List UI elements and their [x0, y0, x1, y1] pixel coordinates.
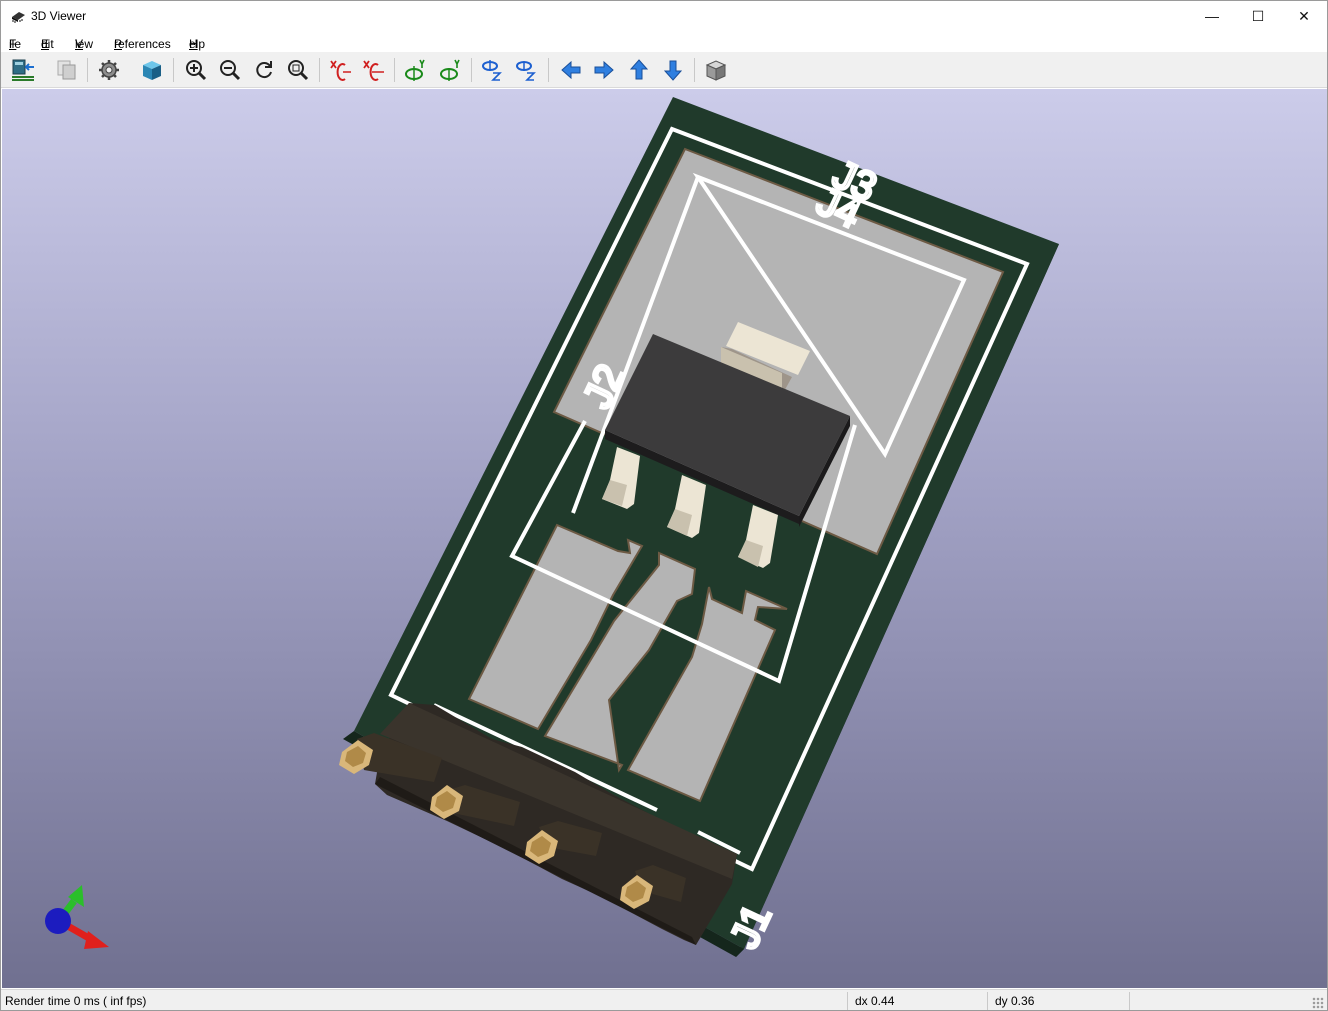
render-time-text: Render time 0 ms ( inf fps) — [5, 994, 147, 1008]
rotate-y-ccw-button[interactable] — [436, 56, 464, 84]
zoom-out-button[interactable] — [216, 56, 244, 84]
rotate-z-cw-icon — [482, 60, 502, 81]
redraw-button[interactable] — [250, 56, 278, 84]
raytracing-button[interactable] — [138, 56, 166, 84]
maximize-button[interactable]: ☐ — [1235, 1, 1281, 31]
settings-button[interactable] — [95, 56, 123, 84]
rotate-y-cw-button[interactable] — [401, 56, 429, 84]
rotate-x-ccw-icon — [363, 60, 384, 81]
status-bar: Render time 0 ms ( inf fps) dx 0.44 dy 0… — [1, 989, 1327, 1010]
pan-up-icon — [629, 59, 649, 80]
dy-value: dy 0.36 — [995, 994, 1035, 1008]
pan-left-icon — [561, 60, 581, 80]
settings-gear-icon — [99, 60, 119, 80]
copy-image-icon — [57, 60, 76, 80]
pcb-scene: J3 J4 J2 J1 — [45, 97, 1059, 957]
pan-down-icon — [663, 60, 683, 81]
resize-grip[interactable] — [1312, 997, 1324, 1009]
window-title: 3D Viewer — [31, 9, 87, 23]
zoom-in-button[interactable] — [182, 56, 210, 84]
pan-right-button[interactable] — [590, 56, 618, 84]
close-button[interactable]: ✕ — [1281, 1, 1327, 31]
menu-bar: File Edit View Preferences Help — [1, 31, 1327, 52]
viewer-window: 3D Viewer — ☐ ✕ File Edit View Preferenc… — [0, 0, 1328, 1011]
zoom-in-icon — [186, 60, 207, 81]
zoom-fit-button[interactable] — [284, 56, 312, 84]
orthographic-cube-icon — [705, 60, 727, 81]
pan-down-button[interactable] — [659, 56, 687, 84]
pan-up-button[interactable] — [625, 56, 653, 84]
pan-left-button[interactable] — [557, 56, 585, 84]
rotate-x-cw-icon — [330, 60, 351, 81]
reload-board-button[interactable] — [9, 56, 37, 84]
3d-viewport[interactable]: J3 J4 J2 J1 — [2, 89, 1327, 988]
redraw-icon — [256, 61, 272, 79]
zoom-out-icon — [220, 60, 241, 81]
rotate-y-cw-icon — [405, 59, 425, 81]
raytracing-cube-icon — [143, 61, 161, 80]
rotate-z-ccw-icon — [516, 61, 536, 81]
axis-indicator — [45, 885, 109, 949]
rotate-y-ccw-icon — [440, 59, 460, 81]
toolbar — [1, 52, 1327, 88]
reload-board-icon — [12, 59, 34, 81]
rotate-z-cw-button[interactable] — [478, 56, 506, 84]
minimize-button[interactable]: — — [1189, 1, 1235, 31]
rotate-x-ccw-button[interactable] — [359, 56, 387, 84]
rotate-x-cw-button[interactable] — [326, 56, 354, 84]
dx-value: dx 0.44 — [855, 994, 895, 1008]
app-chip-icon — [12, 12, 25, 23]
title-bar: 3D Viewer — ☐ ✕ — [1, 1, 1327, 31]
orthographic-button[interactable] — [702, 56, 730, 84]
pan-right-icon — [594, 60, 614, 80]
copy-image-button[interactable] — [53, 56, 81, 84]
rotate-z-ccw-button[interactable] — [512, 56, 540, 84]
zoom-fit-icon — [288, 60, 309, 81]
